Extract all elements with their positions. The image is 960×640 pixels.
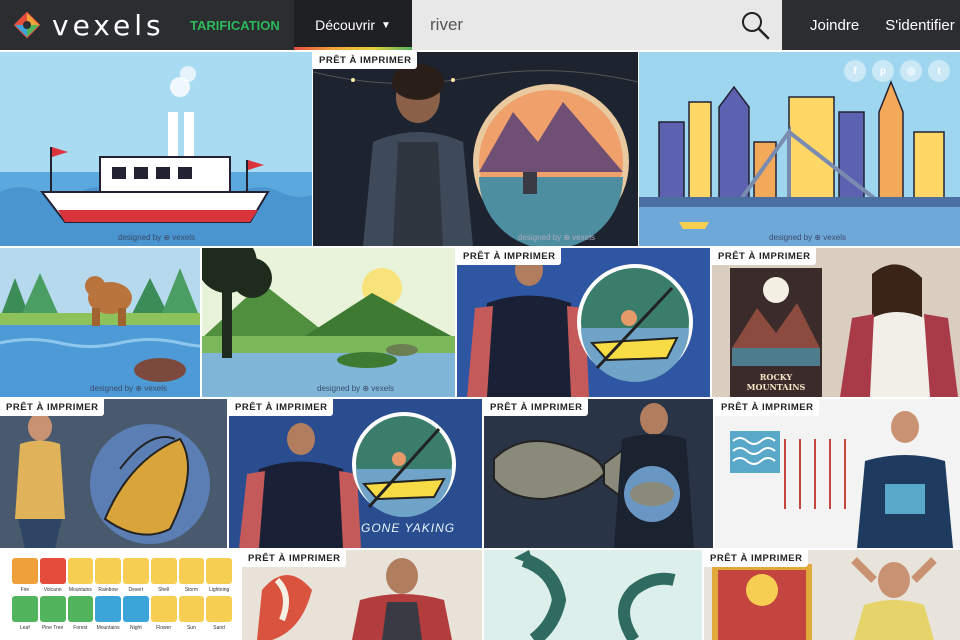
result-tile-woman-tshirt[interactable]: PRÊT À IMPRIMER — [704, 550, 960, 640]
social-share-icons: f p ◎ t — [844, 60, 950, 82]
desert-icon: Desert — [123, 558, 149, 593]
ready-to-print-badge: PRÊT À IMPRIMER — [484, 399, 589, 416]
ready-to-print-badge: PRÊT À IMPRIMER — [229, 399, 334, 416]
result-tile-kayak-tshirt[interactable]: PRÊT À IMPRIMER — [457, 248, 710, 397]
tshirt-slogan: GONE YAKING — [361, 521, 456, 535]
lightning-icon: Lightning — [206, 558, 232, 593]
facebook-icon[interactable]: f — [844, 60, 866, 82]
bear-river-illustration — [0, 248, 200, 397]
join-link[interactable]: Joindre — [810, 17, 859, 34]
result-tile-flounder-tshirt[interactable]: PRÊT À IMPRIMER — [484, 399, 713, 548]
result-tile-koi-fish[interactable] — [484, 550, 702, 640]
result-tile-icon-sheet[interactable]: Fire Volcano Mountains Rainbow Desert Sh… — [0, 550, 240, 640]
result-tile-steamboat[interactable]: designed by ⊕ vexels — [0, 52, 312, 246]
mountains-icon: Mountains — [67, 558, 94, 593]
waves-trees-tshirt-photo — [715, 399, 960, 548]
kayak-tshirt-photo — [457, 248, 710, 397]
sand-icon: Sand — [206, 596, 232, 631]
koi-fish-illustration — [484, 550, 702, 640]
search-icon[interactable] — [740, 10, 770, 40]
watermark: designed by ⊕ vexels — [769, 233, 846, 242]
shell-icon: Shell — [150, 558, 177, 593]
pinterest-icon[interactable]: p — [872, 60, 894, 82]
watermark: designed by ⊕ vexels — [317, 384, 394, 393]
result-tile-city-skyline[interactable]: f p ◎ t designed by ⊕ vexels — [639, 52, 960, 246]
result-tile-waves-tshirt[interactable]: PRÊT À IMPRIMER — [715, 399, 960, 548]
ready-to-print-badge: PRÊT À IMPRIMER — [313, 52, 418, 69]
poster-title: ROCKY MOUNTAINS — [746, 372, 806, 392]
result-tile-rocky-mountains-poster[interactable]: PRÊT À IMPRIMER ROCKY MOUNTAINS — [712, 248, 960, 397]
lake-landscape-illustration — [202, 248, 455, 397]
fire-icon: Fire — [12, 558, 38, 593]
watermark: designed by ⊕ vexels — [90, 384, 167, 393]
mountains-blue-icon: Mountains — [95, 596, 121, 631]
volcano-icon: Volcano — [39, 558, 66, 593]
ready-to-print-badge: PRÊT À IMPRIMER — [715, 399, 820, 416]
night-icon: Night — [123, 596, 149, 631]
result-tile-koi-tshirt[interactable]: PRÊT À IMPRIMER — [242, 550, 482, 640]
instagram-icon[interactable]: ◎ — [900, 60, 922, 82]
icon-sheet-grid: Fire Volcano Mountains Rainbow Desert Sh… — [12, 558, 232, 631]
logo-text: vexels — [52, 8, 165, 42]
pricing-link[interactable]: TARIFICATION — [178, 0, 294, 50]
sun-icon: Sun — [178, 596, 205, 631]
watermark: designed by ⊕ vexels — [518, 233, 595, 242]
watermark: designed by ⊕ vexels — [118, 233, 195, 242]
discover-label: Découvrir — [315, 17, 375, 33]
ready-to-print-badge: PRÊT À IMPRIMER — [712, 248, 817, 265]
search-input[interactable] — [430, 15, 730, 35]
caret-down-icon: ▼ — [381, 19, 391, 31]
fishing-tshirt-photo — [313, 52, 638, 246]
leaf-icon: Leaf — [12, 596, 38, 631]
storm-icon: Storm — [178, 558, 205, 593]
result-tile-bass-fish-tshirt[interactable]: PRÊT À IMPRIMER — [0, 399, 227, 548]
pine-tree-icon: Pine Tree — [39, 596, 66, 631]
results-grid: designed by ⊕ vexels PRÊT À IMPRIMER des… — [0, 52, 960, 640]
result-tile-bear-river[interactable]: designed by ⊕ vexels — [0, 248, 200, 397]
login-link[interactable]: S'identifier — [885, 17, 955, 34]
result-tile-gone-yaking-tshirt[interactable]: PRÊT À IMPRIMER GONE YAKING — [229, 399, 482, 548]
discover-dropdown[interactable]: Découvrir ▼ — [294, 0, 412, 50]
rainbow-icon: Rainbow — [95, 558, 121, 593]
forest-icon: Forest — [67, 596, 94, 631]
ready-to-print-badge: PRÊT À IMPRIMER — [704, 550, 809, 567]
twitter-icon[interactable]: t — [928, 60, 950, 82]
vexels-logo[interactable]: vexels — [0, 0, 178, 50]
search-bar — [412, 0, 782, 50]
ready-to-print-badge: PRÊT À IMPRIMER — [0, 399, 105, 416]
result-tile-man-fishing-tshirt[interactable]: PRÊT À IMPRIMER designed by ⊕ vexels — [313, 52, 638, 246]
flounder-tshirt-photo — [484, 399, 713, 548]
ready-to-print-badge: PRÊT À IMPRIMER — [242, 550, 347, 567]
logo-diamond-icon — [14, 12, 40, 38]
auth-links: Joindre S'identifier — [810, 0, 955, 50]
steamboat-illustration — [0, 52, 312, 246]
ready-to-print-badge: PRÊT À IMPRIMER — [457, 248, 562, 265]
top-navigation-bar: vexels TARIFICATION Découvrir ▼ Joindre … — [0, 0, 960, 50]
flower-icon: Flower — [150, 596, 177, 631]
result-tile-lake-landscape[interactable]: designed by ⊕ vexels — [202, 248, 455, 397]
bass-fish-tshirt-photo — [0, 399, 227, 548]
